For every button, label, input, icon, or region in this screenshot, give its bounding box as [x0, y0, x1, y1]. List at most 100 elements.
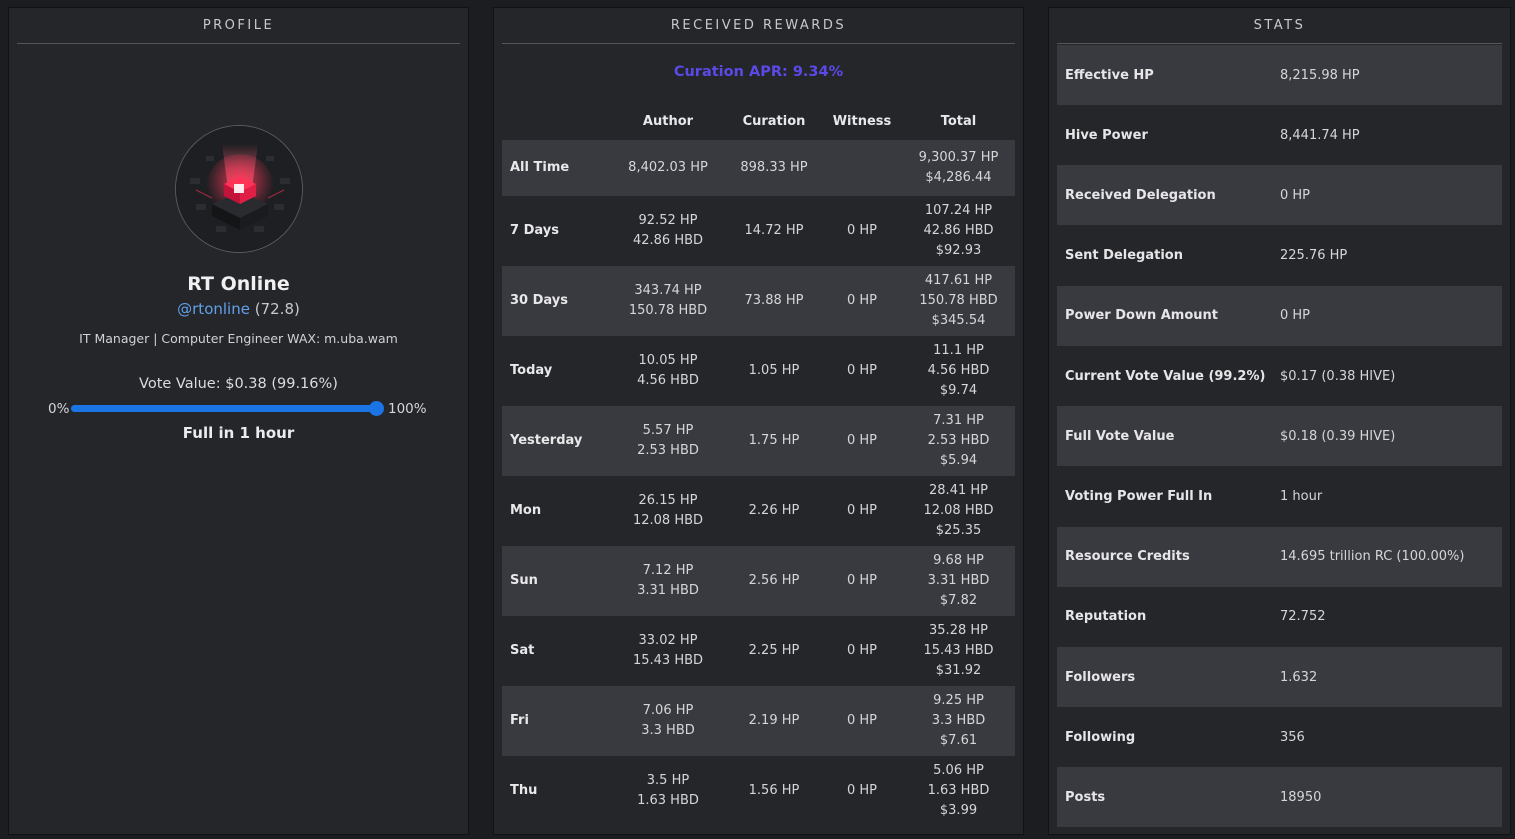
stat-row: Current Vote Value (99.2%) $0.17 (0.38 HI…: [1057, 346, 1502, 406]
profile-panel-title: PROFILE: [17, 8, 460, 44]
total-cell-line: $9.74: [939, 383, 978, 398]
col-header-author: Author: [642, 114, 694, 129]
stat-label: Current Vote Value (99.2%): [1065, 368, 1266, 384]
profile-bio: IT Manager | Computer Engineer WAX: m.ub…: [79, 331, 398, 346]
full-in-label: Full in 1 hour: [182, 424, 295, 442]
author-cell: 92.52 HP 42.86 HBD: [610, 196, 726, 266]
slider-thumb[interactable]: [369, 401, 385, 416]
total-cell-line: $92.93: [935, 243, 982, 258]
rewards-header-row: Author Curation Witness Total: [502, 103, 1015, 140]
witness-cell: 0 HP: [822, 546, 902, 616]
stat-label: Effective HP: [1065, 67, 1154, 83]
stat-label: Reputation: [1065, 609, 1147, 625]
total-cell: 9,300.37 HP $4,286.44: [902, 140, 1015, 196]
row-label: Fri: [502, 686, 610, 756]
col-header-period: [502, 103, 610, 140]
witness-cell: 0 HP: [822, 406, 902, 476]
stat-row: Hive Power 8,441.74 HP: [1057, 105, 1502, 165]
col-header-curation: Curation: [742, 114, 806, 129]
author-cell-line: 3.3 HBD: [641, 723, 695, 738]
witness-cell: 0 HP: [846, 503, 878, 518]
row-label: Today: [510, 363, 553, 378]
author-cell-line: 15.43 HBD: [632, 653, 704, 668]
stat-value: 14.695 trillion RC (100.00%): [1280, 549, 1465, 565]
author-cell: 8,402.03 HP: [610, 140, 726, 196]
stat-row: Effective HP 8,215.98 HP: [1057, 45, 1502, 105]
stats-panel-title: STATS: [1057, 8, 1502, 44]
total-cell-line: $7.61: [939, 733, 978, 748]
stat-row: Reputation 72.752: [1057, 587, 1502, 647]
table-row: Mon 26.15 HP 12.08 HBD 2.26 HP 0 HP 28.41 HP 1…: [502, 476, 1015, 546]
author-cell: 33.02 HP 15.43 HBD: [610, 616, 726, 686]
stat-value: 18950: [1280, 789, 1322, 805]
total-cell: 28.41 HP 12.08 HBD $25.35: [902, 476, 1015, 546]
total-cell-line: 417.61 HP: [924, 273, 993, 288]
vote-weight-slider[interactable]: [71, 401, 385, 416]
stat-row: Followers 1.632: [1057, 647, 1502, 707]
rewards-table: Author Curation Witness Total All Time 8,…: [502, 103, 1015, 826]
stat-label: Hive Power: [1065, 127, 1148, 143]
total-cell: 9.68 HP 3.31 HBD $7.82: [902, 546, 1015, 616]
stat-label: Posts: [1065, 789, 1106, 805]
total-cell-line: $345.54: [931, 313, 986, 328]
row-label: Mon: [510, 503, 542, 518]
stat-value: 0 HP: [1280, 187, 1311, 203]
row-label: 7 Days: [510, 223, 559, 238]
total-cell-line: 35.28 HP: [929, 623, 988, 638]
author-cell: 5.57 HP 2.53 HBD: [610, 406, 726, 476]
total-cell-line: $5.94: [939, 453, 978, 468]
stat-row: Resource Credits 14.695 trillion RC (100.…: [1057, 526, 1502, 587]
curation-cell: 2.56 HP: [726, 546, 822, 616]
total-cell-line: 28.41 HP: [929, 483, 988, 498]
curation-cell: 73.88 HP: [726, 266, 822, 336]
total-cell-line: 9.68 HP: [933, 553, 984, 568]
stat-value: 0 HP: [1280, 308, 1311, 324]
author-cell-line: 7.12 HP: [642, 563, 694, 578]
curation-cell: 2.26 HP: [748, 503, 800, 518]
profile-handle-link[interactable]: @rtonline: [177, 300, 250, 318]
total-cell-line: $25.35: [935, 523, 982, 538]
author-cell-line: 26.15 HP: [638, 493, 698, 508]
stat-value: 72.752: [1280, 609, 1326, 625]
author-cell-line: 12.08 HBD: [632, 513, 704, 528]
total-cell: 35.28 HP 15.43 HBD $31.92: [902, 616, 1015, 686]
row-label: Yesterday: [502, 406, 610, 476]
author-cell: 343.74 HP 150.78 HBD: [610, 266, 726, 336]
total-cell-line: 42.86 HBD: [923, 223, 994, 238]
table-row: Today 10.05 HP 4.56 HBD 1.05 HP 0 HP 11.1 HP 4…: [502, 336, 1015, 406]
col-header-witness: Witness: [832, 114, 892, 129]
row-label: Thu: [510, 783, 538, 798]
curation-cell: 898.33 HP: [726, 140, 822, 196]
total-cell-line: 150.78 HBD: [919, 293, 998, 308]
stat-value: 1.632: [1280, 669, 1318, 685]
stat-label: Resource Credits: [1065, 549, 1190, 565]
curation-cell: 1.75 HP: [726, 406, 822, 476]
profile-reputation: (72.8): [254, 300, 300, 318]
author-cell: 3.5 HP 1.63 HBD: [610, 756, 726, 826]
stat-label: Power Down Amount: [1065, 308, 1218, 324]
witness-cell: 0 HP: [822, 266, 902, 336]
stat-value: 225.76 HP: [1280, 248, 1348, 264]
stat-label: Followers: [1065, 669, 1136, 685]
total-cell-line: 5.06 HP: [933, 763, 984, 778]
author-cell: 7.12 HP 3.31 HBD: [610, 546, 726, 616]
witness-cell: 0 HP: [846, 223, 878, 238]
total-cell-line: $3.99: [939, 803, 978, 818]
total-cell-line: $7.82: [939, 593, 978, 608]
slider-min-label: 0%: [48, 401, 70, 417]
profile-name: RT Online: [187, 273, 290, 295]
stats-panel: STATS Effective HP 8,215.98 HP Hive Power 8…: [1048, 7, 1511, 835]
total-cell: 417.61 HP 150.78 HBD $345.54: [902, 266, 1015, 336]
stat-row: Posts 18950: [1057, 767, 1502, 828]
row-label: Sat: [510, 643, 535, 658]
witness-cell: 0 HP: [846, 363, 878, 378]
total-cell-line: 3.3 HBD: [931, 713, 986, 728]
stat-label: Full Vote Value: [1065, 428, 1175, 444]
avatar[interactable]: [175, 125, 303, 253]
vote-value-label: Vote Value: $0.38 (99.16%): [139, 376, 338, 392]
stat-label: Voting Power Full In: [1065, 488, 1213, 504]
author-cell-line: 8,402.03 HP: [628, 160, 708, 175]
total-cell-line: 1.63 HBD: [927, 783, 990, 798]
curation-cell: 2.19 HP: [726, 686, 822, 756]
row-label: Sun: [502, 546, 610, 616]
